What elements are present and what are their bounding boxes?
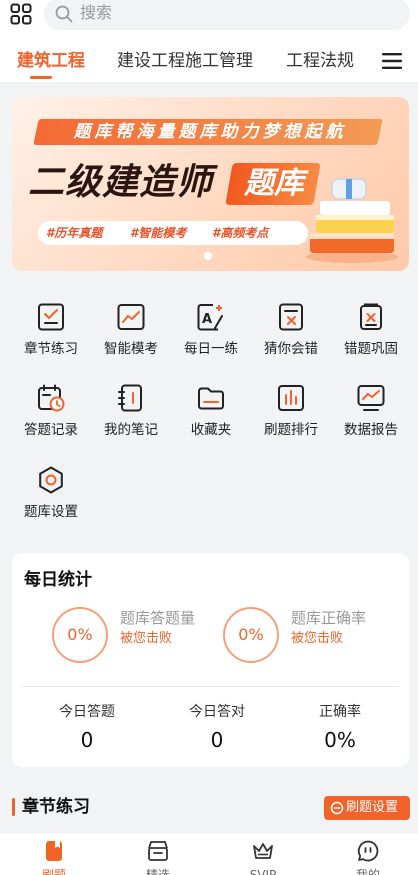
feature-daily-practice[interactable]: A 每日一练 bbox=[171, 302, 251, 358]
feature-favorites[interactable]: 收藏夹 bbox=[171, 383, 251, 439]
tabbar-label: SVIP bbox=[249, 868, 277, 875]
wrong-doc-icon bbox=[360, 303, 382, 330]
banner-tag-1: #历年真题 bbox=[46, 226, 103, 240]
carousel-dot-active[interactable] bbox=[204, 252, 212, 260]
tab-active-indicator bbox=[30, 76, 52, 79]
ring-label-volume: 题库答题量 bbox=[120, 609, 196, 627]
feature-ranking[interactable]: 刷题排行 bbox=[251, 383, 331, 439]
feature-label: 答题记录 bbox=[24, 422, 78, 438]
bottom-tab-bar: 刷题 精选 SVIP 我的 bbox=[0, 832, 418, 875]
svg-text:A: A bbox=[202, 312, 212, 327]
search-input[interactable]: 搜索 bbox=[44, 0, 410, 30]
stat-value-today-answered: 0 bbox=[80, 728, 94, 752]
ring-sub-accuracy: 被您击败 bbox=[291, 631, 344, 646]
settings-gear-icon bbox=[39, 466, 63, 494]
trend-chart-icon bbox=[117, 304, 145, 330]
stat-label-today-correct: 今日答对 bbox=[189, 704, 245, 720]
feature-label: 智能模考 bbox=[104, 341, 158, 357]
stat-value-accuracy: 0% bbox=[324, 728, 356, 752]
feature-bank-settings[interactable]: 题库设置 bbox=[11, 465, 91, 521]
tab-construction-mgmt[interactable]: 建设工程施工管理 bbox=[117, 50, 253, 72]
tabbar-item-featured[interactable]: 精选 bbox=[118, 833, 198, 875]
tabbar-label: 刷题 bbox=[41, 868, 66, 875]
tabbar-label: 精选 bbox=[145, 868, 170, 875]
feature-data-report[interactable]: 数据报告 bbox=[331, 383, 411, 439]
a-plus-edit-icon: A bbox=[197, 304, 223, 331]
feature-chapter-practice[interactable]: 章节练习 bbox=[11, 302, 91, 358]
tabbar-label: 我的 bbox=[355, 868, 380, 875]
banner-tag-2: #智能模考 bbox=[130, 226, 187, 240]
doc-x-icon bbox=[279, 303, 303, 331]
feature-answer-records[interactable]: 答题记录 bbox=[11, 383, 91, 439]
stats-divider bbox=[22, 686, 399, 687]
feature-smart-mock[interactable]: 智能模考 bbox=[91, 302, 171, 358]
feature-guess-wrong[interactable]: 猜你会错 bbox=[251, 302, 331, 358]
apps-grid-icon[interactable] bbox=[10, 3, 32, 25]
book-icon bbox=[46, 841, 62, 861]
tabbar-item-svip[interactable]: SVIP bbox=[223, 833, 303, 875]
calendar-clock-icon bbox=[38, 384, 65, 412]
tabbar-item-practice[interactable]: 刷题 bbox=[14, 833, 94, 875]
books-illustration-icon bbox=[306, 178, 398, 263]
top-bar: 搜索 bbox=[0, 0, 418, 38]
feature-label: 猜你会错 bbox=[264, 341, 318, 357]
banner-tag-3: #高频考点 bbox=[212, 226, 269, 240]
shop-icon bbox=[148, 841, 168, 861]
hamburger-menu-icon[interactable] bbox=[382, 52, 402, 70]
tab-jianzhu[interactable]: 建筑工程 bbox=[17, 50, 85, 72]
feature-label: 刷题排行 bbox=[264, 422, 318, 438]
feature-label: 我的笔记 bbox=[104, 422, 158, 438]
ring-sub-volume: 被您击败 bbox=[120, 631, 173, 646]
feature-grid: 章节练习 智能模考 A 每日一练 猜你会错 错题巩固 答题记录 我的笔记 收藏夹… bbox=[0, 285, 418, 540]
chat-bubble-icon bbox=[357, 840, 379, 862]
search-placeholder: 搜索 bbox=[80, 3, 113, 22]
feature-label: 题库设置 bbox=[24, 504, 78, 520]
feature-label: 每日一练 bbox=[184, 341, 238, 357]
monitor-chart-icon bbox=[357, 385, 385, 411]
category-tabs: 建筑工程 建设工程施工管理 工程法规 bbox=[0, 38, 418, 82]
practice-settings-button[interactable]: 刷题设置 bbox=[324, 796, 410, 820]
feature-wrong-review[interactable]: 错题巩固 bbox=[331, 302, 411, 358]
stat-ring-volume: 0% bbox=[52, 607, 108, 663]
feature-label: 收藏夹 bbox=[190, 422, 232, 438]
practice-settings-label: 刷题设置 bbox=[346, 800, 399, 815]
section-title: 章节练习 bbox=[22, 797, 90, 817]
crown-icon bbox=[253, 843, 273, 859]
daily-stats-card: 每日统计 0% 题库答题量 被您击败 0% 题库正确率 被您击败 今日答题 0 … bbox=[12, 553, 409, 767]
checklist-icon bbox=[38, 303, 64, 331]
settings-icon bbox=[330, 801, 344, 815]
search-icon bbox=[55, 5, 73, 23]
tabbar-item-mine[interactable]: 我的 bbox=[328, 833, 408, 875]
ring-label-accuracy: 题库正确率 bbox=[291, 609, 367, 627]
promo-banner[interactable]: 题库帮海量题库助力梦想起航 二级建造师 题库 #历年真题 #智能模考 #高频考点 bbox=[12, 97, 409, 271]
stat-label-accuracy: 正确率 bbox=[319, 704, 361, 720]
banner-title: 二级建造师 bbox=[28, 162, 214, 203]
stats-title: 每日统计 bbox=[24, 570, 92, 590]
tab-regulations[interactable]: 工程法规 bbox=[286, 50, 354, 72]
banner-ribbon-text: 题库帮海量题库助力梦想起航 bbox=[73, 122, 347, 142]
notebook-icon bbox=[118, 384, 142, 412]
stat-value-today-correct: 0 bbox=[210, 728, 224, 752]
stat-ring-accuracy: 0% bbox=[223, 607, 279, 663]
ranking-bars-icon bbox=[278, 385, 304, 411]
feature-my-notes[interactable]: 我的笔记 bbox=[91, 383, 171, 439]
feature-label: 章节练习 bbox=[24, 341, 78, 357]
stat-label-today-answered: 今日答题 bbox=[59, 704, 115, 720]
folder-icon bbox=[198, 387, 224, 410]
feature-label: 数据报告 bbox=[344, 422, 398, 438]
section-accent-bar bbox=[12, 798, 15, 816]
feature-label: 错题巩固 bbox=[344, 341, 398, 357]
